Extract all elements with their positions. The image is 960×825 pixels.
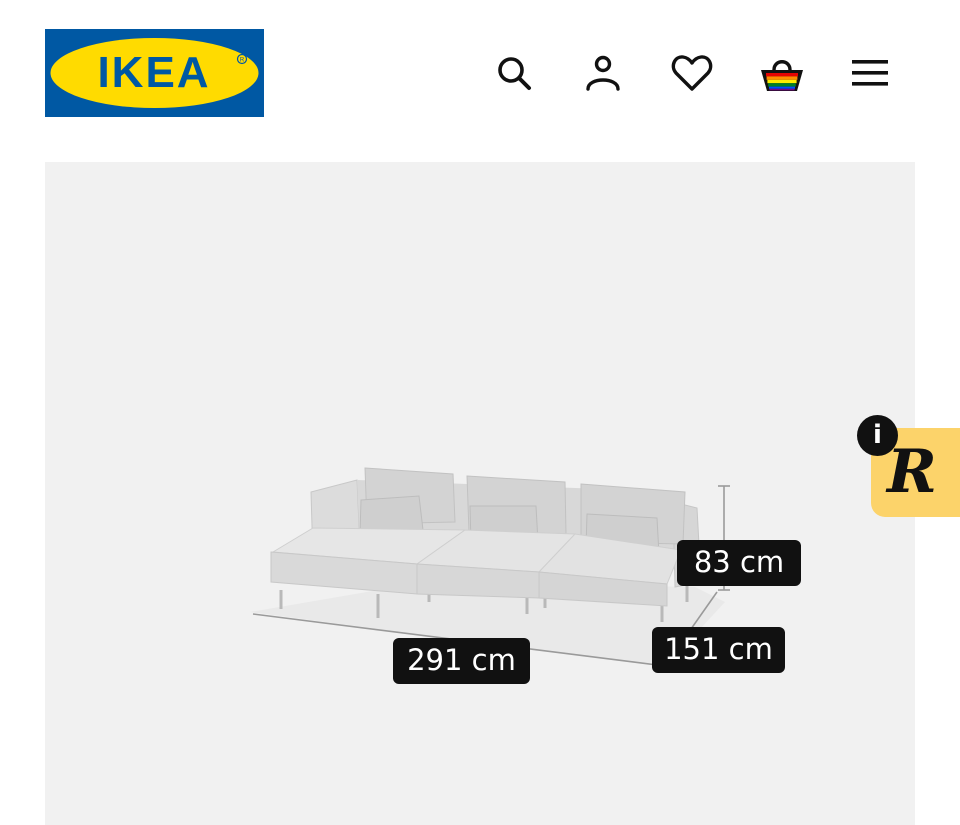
width-dimension-label: 291 cm <box>393 638 530 684</box>
svg-text:R: R <box>240 58 245 64</box>
info-icon[interactable]: i <box>857 415 898 456</box>
depth-dimension-label: 151 cm <box>652 627 785 673</box>
svg-text:IKEA: IKEA <box>97 48 210 97</box>
shopping-bag-icon[interactable] <box>757 50 807 96</box>
favourites-icon[interactable] <box>668 50 716 96</box>
account-icon[interactable] <box>579 50 627 96</box>
height-dimension-label: 83 cm <box>677 540 801 586</box>
menu-icon[interactable] <box>846 50 894 96</box>
ikea-logo[interactable]: IKEA R <box>45 29 264 117</box>
search-icon[interactable] <box>490 50 538 96</box>
sofa-illustration <box>250 467 730 667</box>
product-image[interactable]: 83 cm 151 cm 291 cm <box>45 162 915 825</box>
